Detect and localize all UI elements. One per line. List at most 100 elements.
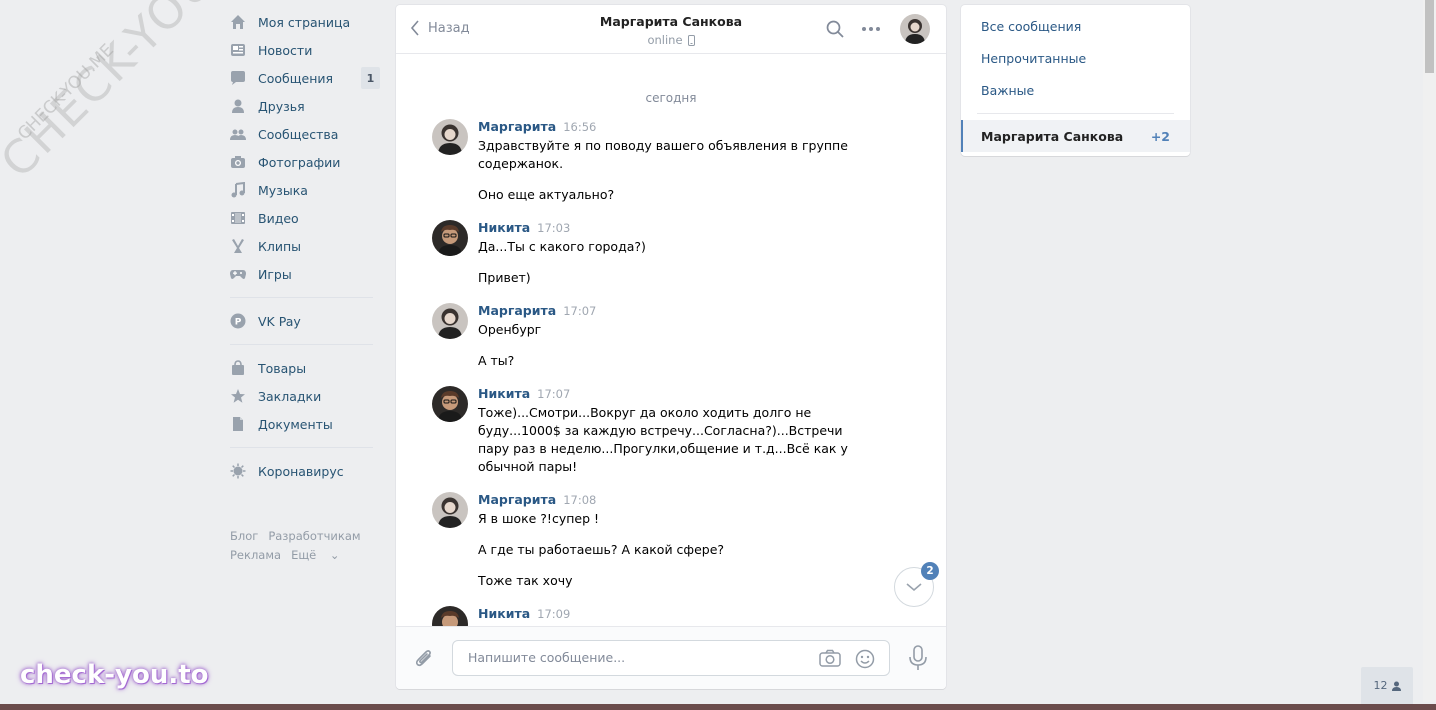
message-text: А где ты работаешь? А какой сфере? [478,542,725,557]
message-group: Никита 17:03 Да...Ты с какого города?) Пр… [396,220,946,287]
left-sidebar: Моя страница Новости Сообщения 1 Друзья … [230,8,380,565]
message-time[interactable]: 16:56 [563,120,596,134]
nav-item-news[interactable]: Новости [230,36,380,64]
more-icon[interactable] [862,27,880,31]
nav-divider [230,447,373,448]
conversation-name: Маргарита Санкова [981,128,1124,144]
date-separator: сегодня [645,91,697,105]
message-time[interactable]: 17:03 [537,221,570,235]
message-group: Никита 17:09 [396,606,946,627]
scroll-to-bottom-button[interactable]: 2 [894,562,939,607]
nav-item-music[interactable]: Музыка [230,176,380,204]
filter-important[interactable]: Важные [961,75,1190,107]
friends-icon [230,98,246,114]
message-time[interactable]: 17:09 [537,607,570,621]
nav-item-communities[interactable]: Сообщества [230,120,380,148]
message-text: Здравствуйте я по поводу вашего объявлен… [478,138,848,171]
message-text: Я в шоке ?!супер ! [478,511,599,526]
message-text: А ты? [478,353,515,368]
footer-link-developers[interactable]: Разработчикам [268,529,360,543]
communities-icon [230,126,246,142]
filter-unread[interactable]: Непрочитанные [961,43,1190,75]
footer-link-blog[interactable]: Блог [230,529,258,543]
message-text: Тоже так хочу [478,573,573,588]
nav-label: Сообщества [258,126,339,142]
peer-info[interactable]: Маргарита Санкова online [396,14,946,48]
chat-panel: Назад Маргарита Санкова online сегодня М… [396,5,946,689]
avatar[interactable] [432,220,468,256]
gamepad-icon [230,266,246,282]
message-input-box[interactable] [452,640,890,676]
nav-item-photos[interactable]: Фотографии [230,148,380,176]
avatar[interactable] [432,119,468,155]
watermark-brand: check-you.to [20,660,209,690]
avatar[interactable] [432,492,468,528]
message-group: Никита 17:07 Тоже)...Смотри...Вокруг да о… [396,386,946,476]
nav-item-vkpay[interactable]: P VK Pay [230,307,380,335]
filter-all-messages[interactable]: Все сообщения [961,11,1190,43]
camera-icon[interactable] [819,649,841,667]
message-author[interactable]: Никита [478,606,530,621]
message-composer [396,626,946,689]
message-author[interactable]: Никита [478,220,530,235]
nav-item-goods[interactable]: Товары [230,354,380,382]
chat-header: Назад Маргарита Санкова online [396,5,946,54]
message-time[interactable]: 17:08 [563,493,596,507]
filter-divider [977,113,1174,114]
search-icon[interactable] [826,20,844,38]
nav-label: Друзья [258,98,305,114]
nav-label: Музыка [258,182,308,198]
page-scrollbar[interactable] [1423,0,1436,702]
message-text: Да...Ты с какого города?) [478,239,646,254]
messages-icon [230,70,246,86]
message-time[interactable]: 17:07 [537,387,570,401]
footer-links: Блог Разработчикам Реклама Ещё ⌄ [230,527,380,565]
paperclip-icon[interactable] [414,647,434,669]
avatar[interactable] [432,386,468,422]
message-time[interactable]: 17:07 [563,304,596,318]
nav-item-games[interactable]: Игры [230,260,380,288]
message-text: Привет) [478,270,531,285]
peer-avatar[interactable] [900,14,930,44]
footer-link-more[interactable]: Ещё ⌄ [291,548,349,562]
avatar[interactable] [432,303,468,339]
nav-item-friends[interactable]: Друзья [230,92,380,120]
message-author[interactable]: Маргарита [478,492,556,507]
clips-icon [230,238,246,254]
chevron-down-icon: ⌄ [329,548,340,562]
nav-label: Новости [258,42,313,58]
taskbar-strip [0,704,1436,710]
nav-item-documents[interactable]: Документы [230,410,380,438]
bag-icon [230,360,246,376]
nav-item-messages[interactable]: Сообщения 1 [230,64,380,92]
avatar[interactable] [432,606,468,627]
svg-text:P: P [235,318,242,328]
nav-label: Фотографии [258,154,341,170]
nav-item-bookmarks[interactable]: Закладки [230,382,380,410]
microphone-icon[interactable] [908,645,928,671]
nav-label: Документы [258,416,333,432]
message-input[interactable] [466,649,810,666]
message-author[interactable]: Маргарита [478,119,556,134]
footer-more-label: Ещё [291,548,317,562]
message-text: Тоже)...Смотри...Вокруг да около ходить … [478,405,848,474]
footer-link-ads[interactable]: Реклама [230,548,281,562]
nav-item-video[interactable]: Видео [230,204,380,232]
nav-label: Игры [258,266,292,282]
nav-item-clips[interactable]: Клипы [230,232,380,260]
emoji-icon[interactable] [855,649,875,669]
nav-label: Моя страница [258,14,351,30]
message-author[interactable]: Маргарита [478,303,556,318]
messages-count-badge: 1 [361,67,380,89]
scrollbar-thumb[interactable] [1425,0,1434,73]
nav-item-coronavirus[interactable]: Коронавирус [230,457,380,485]
unread-count-badge: 2 [921,562,939,580]
message-author[interactable]: Никита [478,386,530,401]
nav-divider [230,344,373,345]
active-conversation-item[interactable]: Маргарита Санкова +2 [961,120,1190,152]
video-icon [230,210,246,226]
online-friends-counter[interactable]: 12 [1361,667,1413,704]
home-icon [230,14,246,30]
nav-item-my-page[interactable]: Моя страница [230,8,380,36]
camera-icon [230,154,246,170]
